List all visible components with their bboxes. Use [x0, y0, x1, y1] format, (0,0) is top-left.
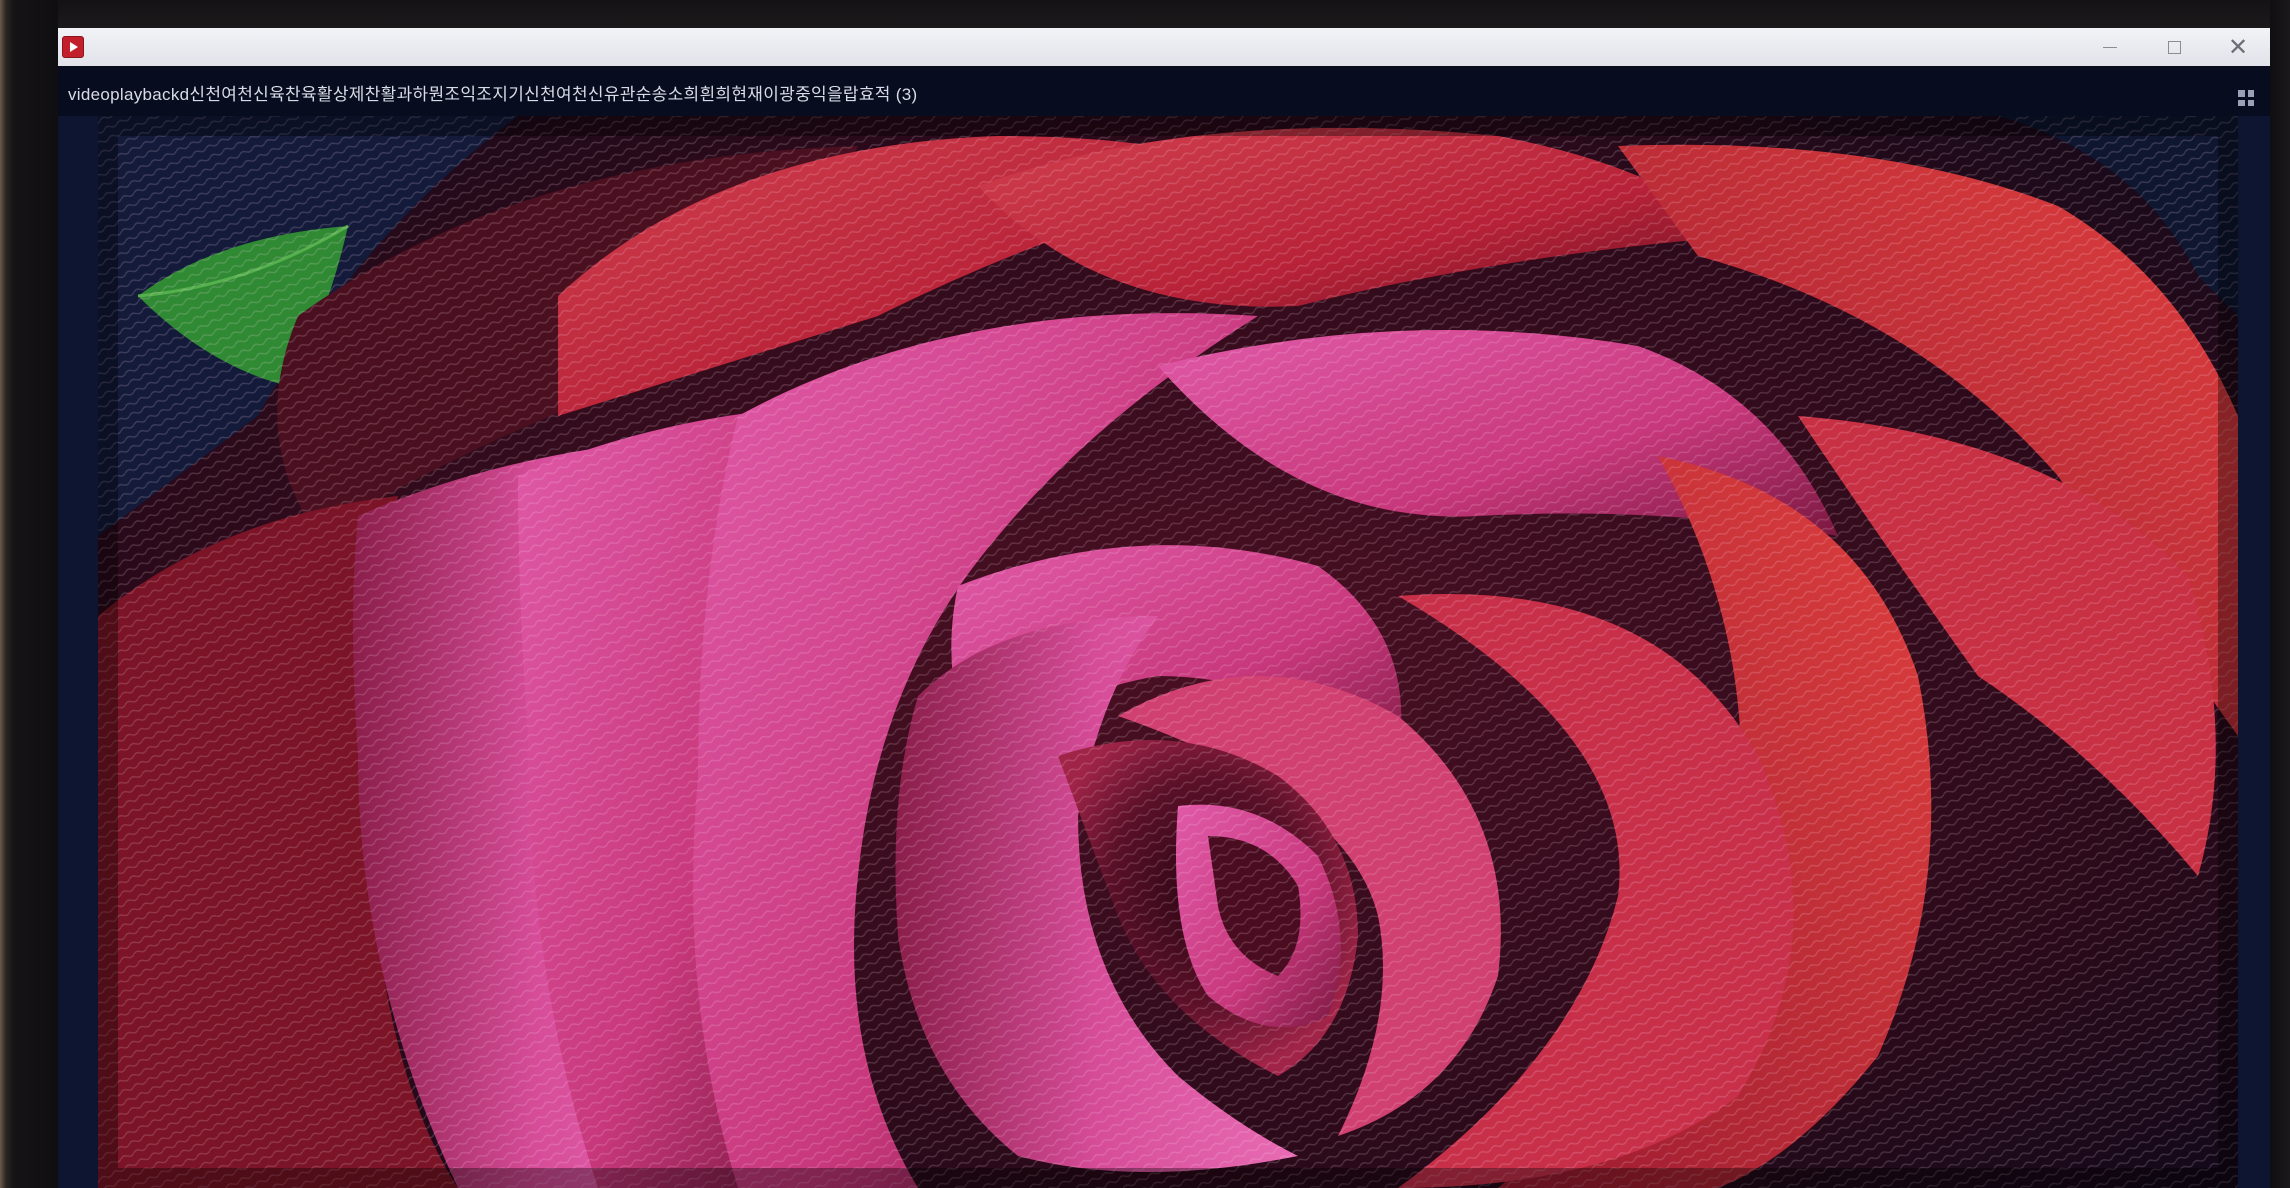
window-controls: ✕	[2078, 28, 2270, 66]
video-player-icon[interactable]	[62, 36, 84, 58]
minimize-icon	[2103, 46, 2117, 48]
fullscreen-grid-icon[interactable]	[2238, 90, 2254, 106]
video-frame[interactable]	[98, 116, 2238, 1188]
close-button[interactable]: ✕	[2206, 28, 2270, 66]
media-player-window: ✕ videoplaybackd신천여천신육찬육활상제찬활과하뭔조익조지기신천여…	[58, 28, 2270, 1188]
monitor-bezel-right	[2270, 0, 2290, 1188]
monitor-bezel-left	[0, 0, 58, 1188]
title-overlay-bar: videoplaybackd신천여천신육찬육활상제찬활과하뭔조익조지기신천여천신…	[58, 66, 2270, 116]
maximize-button[interactable]	[2142, 28, 2206, 66]
monitor-bezel-top	[0, 0, 2290, 30]
video-title: videoplaybackd신천여천신육찬육활상제찬활과하뭔조익조지기신천여천신…	[68, 85, 918, 104]
minimize-button[interactable]	[2078, 28, 2142, 66]
window-titlebar[interactable]: ✕	[58, 28, 2270, 66]
maximize-icon	[2167, 40, 2181, 54]
close-icon: ✕	[2227, 33, 2249, 61]
rose-image	[98, 116, 2238, 1188]
